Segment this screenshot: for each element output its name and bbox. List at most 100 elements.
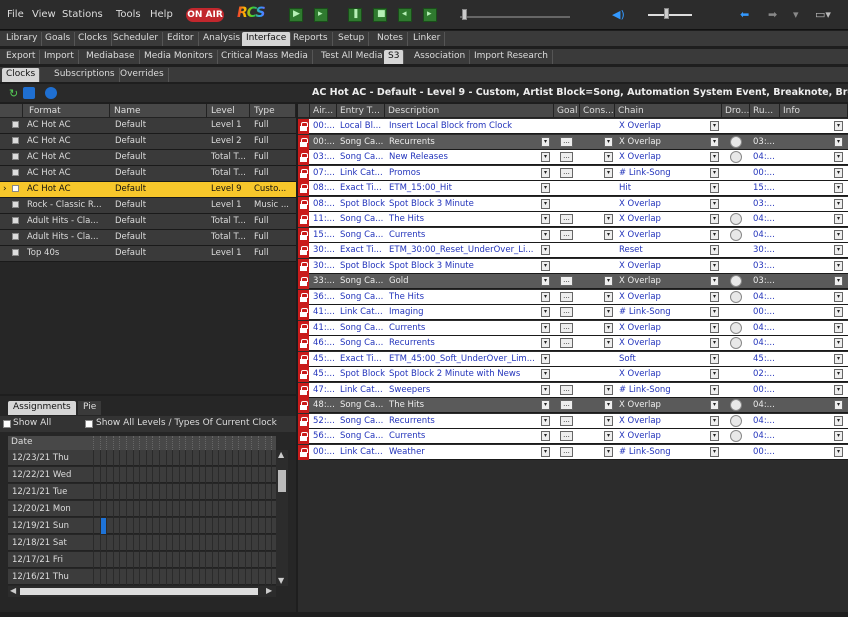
date-grid-cell[interactable]: [114, 569, 121, 585]
play-icon[interactable]: ▶: [289, 8, 303, 22]
date-grid-cell[interactable]: [213, 535, 220, 551]
date-grid-cell[interactable]: [207, 569, 213, 585]
date-grid-cell[interactable]: [194, 467, 200, 483]
date-grid-cell[interactable]: [134, 484, 141, 500]
cons-dropdown-icon[interactable]: ▾: [604, 307, 613, 317]
step-icon[interactable]: ▸: [314, 8, 328, 22]
date-grid-cell[interactable]: [213, 484, 220, 500]
drop-toggle[interactable]: [730, 321, 742, 334]
date-grid-cell[interactable]: [200, 569, 207, 585]
chain-dropdown-icon[interactable]: ▾: [710, 400, 719, 410]
date-grid-cell[interactable]: [187, 501, 193, 517]
date-grid-cell[interactable]: [95, 501, 101, 517]
date-grid-cell[interactable]: [154, 450, 160, 466]
date-grid-cell[interactable]: [227, 484, 233, 500]
date-grid-cell[interactable]: [141, 535, 147, 551]
goal-ellipsis-button[interactable]: ...: [560, 338, 573, 348]
date-grid-cell[interactable]: [114, 535, 121, 551]
date-grid-cell[interactable]: [233, 569, 240, 585]
description-dropdown-icon[interactable]: ▾: [541, 245, 550, 255]
date-grid-cell[interactable]: [187, 518, 193, 534]
lock-icon[interactable]: [298, 444, 309, 460]
date-grid-cell[interactable]: [253, 484, 259, 500]
date-grid-cell[interactable]: [194, 484, 200, 500]
date-grid-cell[interactable]: [174, 467, 180, 483]
date-grid-cell[interactable]: [128, 484, 134, 500]
date-row[interactable]: 12/19/21 Sun: [8, 518, 276, 534]
tab-goals[interactable]: Goals: [41, 32, 76, 46]
date-grid-cell[interactable]: [108, 484, 114, 500]
clock-row[interactable]: › AC Hot AC Default Level 9 Custo...: [0, 182, 296, 198]
clock-entry-row[interactable]: 56:... Song Ca... Currents ▾... ▾ X Overlap ▾ 0…: [298, 429, 848, 444]
date-grid-scroll-thumb[interactable]: [278, 470, 286, 492]
header-level[interactable]: Level: [207, 104, 250, 118]
date-grid-cell[interactable]: [260, 535, 266, 551]
refresh-icon[interactable]: ↻: [9, 87, 18, 100]
date-grid-cell[interactable]: [253, 450, 259, 466]
menu-help[interactable]: Help: [150, 9, 173, 20]
date-grid-cell[interactable]: [260, 518, 266, 534]
date-grid-cell[interactable]: [213, 467, 220, 483]
date-grid-cell[interactable]: [207, 484, 213, 500]
lock-icon[interactable]: [298, 150, 309, 165]
date-grid-cell[interactable]: [180, 535, 187, 551]
date-grid-cell[interactable]: [187, 535, 193, 551]
goal-ellipsis-button[interactable]: ...: [560, 431, 573, 441]
menu-stations[interactable]: Stations: [62, 9, 103, 20]
date-grid-cell[interactable]: [240, 484, 246, 500]
clock-row[interactable]: Rock - Classic R... Default Level 1 Music .…: [0, 198, 296, 214]
info-dropdown-icon[interactable]: ▾: [834, 260, 843, 271]
lock-icon[interactable]: [298, 351, 309, 367]
date-grid-cell[interactable]: [253, 535, 259, 551]
date-grid-cell[interactable]: [154, 535, 160, 551]
chain-dropdown-icon[interactable]: ▾: [710, 338, 719, 348]
cons-dropdown-icon[interactable]: ▾: [604, 446, 613, 457]
clock-entry-row[interactable]: 11:... Song Ca... The Hits ▾... ▾ X Overlap ▾ 0…: [298, 212, 848, 227]
goal-ellipsis-button[interactable]: ...: [560, 152, 573, 162]
tab-import-research[interactable]: Import Research: [470, 50, 554, 64]
date-grid-cell[interactable]: [167, 484, 174, 500]
date-grid-cell[interactable]: [194, 569, 200, 585]
description-dropdown-icon[interactable]: ▾: [541, 167, 550, 178]
date-grid-cell[interactable]: [213, 569, 220, 585]
clock-entry-row[interactable]: 30:... Spot Block Spot Block 3 Minute ▾ X Ov…: [298, 258, 848, 274]
date-grid-cell[interactable]: [108, 501, 114, 517]
stop-icon[interactable]: ■: [373, 8, 387, 22]
description-dropdown-icon[interactable]: ▾: [541, 446, 550, 457]
date-grid-cell[interactable]: [200, 501, 207, 517]
date-grid-cell[interactable]: [266, 552, 273, 568]
description-dropdown-icon[interactable]: ▾: [541, 291, 550, 302]
forward-arrow-icon[interactable]: ➡: [768, 8, 777, 21]
info-dropdown-icon[interactable]: ▾: [834, 229, 843, 240]
lock-icon[interactable]: [298, 320, 309, 336]
date-grid-cell[interactable]: [260, 501, 266, 517]
chain-dropdown-icon[interactable]: ▾: [710, 260, 719, 271]
date-grid-cell[interactable]: [220, 501, 226, 517]
description-dropdown-icon[interactable]: ▾: [541, 183, 550, 193]
header-chain[interactable]: Chain: [615, 104, 722, 118]
date-grid-cell[interactable]: [108, 467, 114, 483]
date-grid-cell[interactable]: [88, 501, 94, 517]
chain-dropdown-icon[interactable]: ▾: [710, 136, 719, 147]
drop-toggle[interactable]: [730, 213, 742, 225]
date-grid-cell[interactable]: [260, 467, 266, 483]
description-dropdown-icon[interactable]: ▾: [541, 353, 550, 364]
chain-dropdown-icon[interactable]: ▾: [710, 183, 719, 193]
date-grid-cell[interactable]: [227, 552, 233, 568]
info-dropdown-icon[interactable]: ▾: [834, 322, 843, 333]
date-grid-cell[interactable]: [174, 552, 180, 568]
date-grid-cell[interactable]: [121, 450, 127, 466]
date-grid-cell[interactable]: [194, 518, 200, 534]
date-grid-cell[interactable]: [121, 552, 127, 568]
date-grid-cell[interactable]: [174, 501, 180, 517]
cons-dropdown-icon[interactable]: ▾: [604, 167, 613, 178]
header-drop[interactable]: Dro...: [722, 104, 750, 118]
date-grid-cell[interactable]: [246, 552, 253, 568]
drop-toggle[interactable]: [730, 414, 742, 427]
info-dropdown-icon[interactable]: ▾: [834, 338, 843, 348]
lock-icon[interactable]: [298, 165, 309, 181]
tab-association[interactable]: Association: [410, 50, 471, 64]
date-grid-cell[interactable]: [213, 450, 220, 466]
drop-toggle[interactable]: [730, 228, 742, 241]
date-grid-cell[interactable]: [128, 518, 134, 534]
